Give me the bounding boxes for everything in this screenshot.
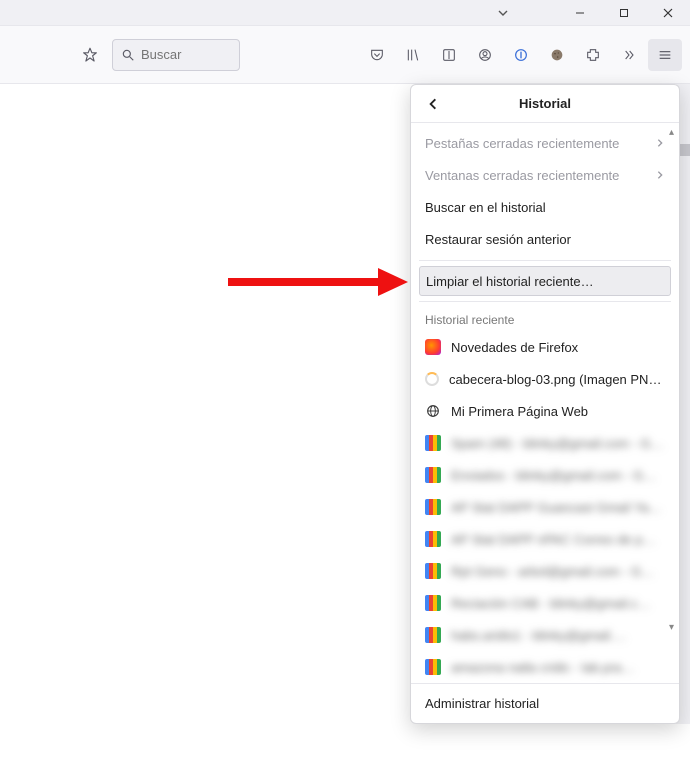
toolbar xyxy=(0,26,690,84)
history-item-blurred[interactable]: Reciación CAB - blinky@gmail.c… xyxy=(411,587,679,619)
favicon xyxy=(425,563,441,579)
reader-icon[interactable] xyxy=(432,39,466,71)
window-controls xyxy=(558,0,690,26)
history-item[interactable]: Mi Primera Página Web xyxy=(411,395,679,427)
history-item-blurred[interactable]: AP Stat DAPP nPAC Correo de p… xyxy=(411,523,679,555)
favicon xyxy=(425,659,441,675)
app-menu-button[interactable] xyxy=(648,39,682,71)
history-item-blurred[interactable]: Rpt Geno - arbol@gmail.com - G… xyxy=(411,555,679,587)
search-box[interactable] xyxy=(112,39,240,71)
favicon xyxy=(425,595,441,611)
titlebar xyxy=(0,0,690,26)
scroll-down-icon: ▾ xyxy=(669,622,677,633)
chevron-right-icon xyxy=(655,138,665,148)
panel-header: Historial xyxy=(411,85,679,123)
pocket-icon[interactable] xyxy=(360,39,394,71)
history-item-blurred[interactable]: amazona natla cridic - lab.pra… xyxy=(411,651,679,683)
recent-history-label: Historial reciente xyxy=(411,307,679,331)
minimize-button[interactable] xyxy=(558,0,602,26)
clear-recent-history-item[interactable]: Limpiar el historial reciente… xyxy=(419,266,671,296)
restore-session-item[interactable]: Restaurar sesión anterior xyxy=(411,223,679,255)
recently-closed-tabs: Pestañas cerradas recientemente xyxy=(411,127,679,159)
search-icon xyxy=(121,48,135,62)
history-item-blurred[interactable]: AP Stat DAPP Guancast Gmail Ya… xyxy=(411,491,679,523)
onepassword-icon[interactable] xyxy=(504,39,538,71)
chevron-right-icon xyxy=(655,170,665,180)
back-button[interactable] xyxy=(423,94,443,114)
history-item-blurred[interactable]: habs.aridis1 - blinky@gmail.… xyxy=(411,619,679,651)
close-button[interactable] xyxy=(646,0,690,26)
annotation-arrow xyxy=(228,262,408,302)
history-item-blurred[interactable]: Enviados - blinky@gmail.com - G… xyxy=(411,459,679,491)
panel-title: Historial xyxy=(423,96,667,111)
recently-closed-windows: Ventanas cerradas recientemente xyxy=(411,159,679,191)
manage-history-item[interactable]: Administrar historial xyxy=(411,683,679,723)
history-item-blurred[interactable]: Spam (48) - blinky@gmail.com - G… xyxy=(411,427,679,459)
library-icon[interactable] xyxy=(396,39,430,71)
account-icon[interactable] xyxy=(468,39,502,71)
tab-overflow-chevron[interactable] xyxy=(488,0,518,26)
favicon xyxy=(425,435,441,451)
favicon xyxy=(425,627,441,643)
separator xyxy=(419,301,671,302)
favicon xyxy=(425,467,441,483)
search-history-item[interactable]: Buscar en el historial xyxy=(411,191,679,223)
separator xyxy=(419,260,671,261)
loading-favicon xyxy=(425,372,439,386)
history-item[interactable]: cabecera-blog-03.png (Imagen PN… xyxy=(411,363,679,395)
bookmark-star-icon[interactable] xyxy=(74,39,106,71)
search-input[interactable] xyxy=(141,47,221,62)
favicon xyxy=(425,499,441,515)
maximize-button[interactable] xyxy=(602,0,646,26)
globe-favicon xyxy=(425,403,441,419)
scroll-up-icon: ▴ xyxy=(669,127,677,138)
overflow-icon[interactable] xyxy=(612,39,646,71)
firefox-favicon xyxy=(425,339,441,355)
extensions-icon[interactable] xyxy=(576,39,610,71)
history-panel: Historial ▴ Pestañas cerradas recienteme… xyxy=(410,84,680,724)
history-item[interactable]: Novedades de Firefox xyxy=(411,331,679,363)
cookie-icon[interactable] xyxy=(540,39,574,71)
favicon xyxy=(425,531,441,547)
